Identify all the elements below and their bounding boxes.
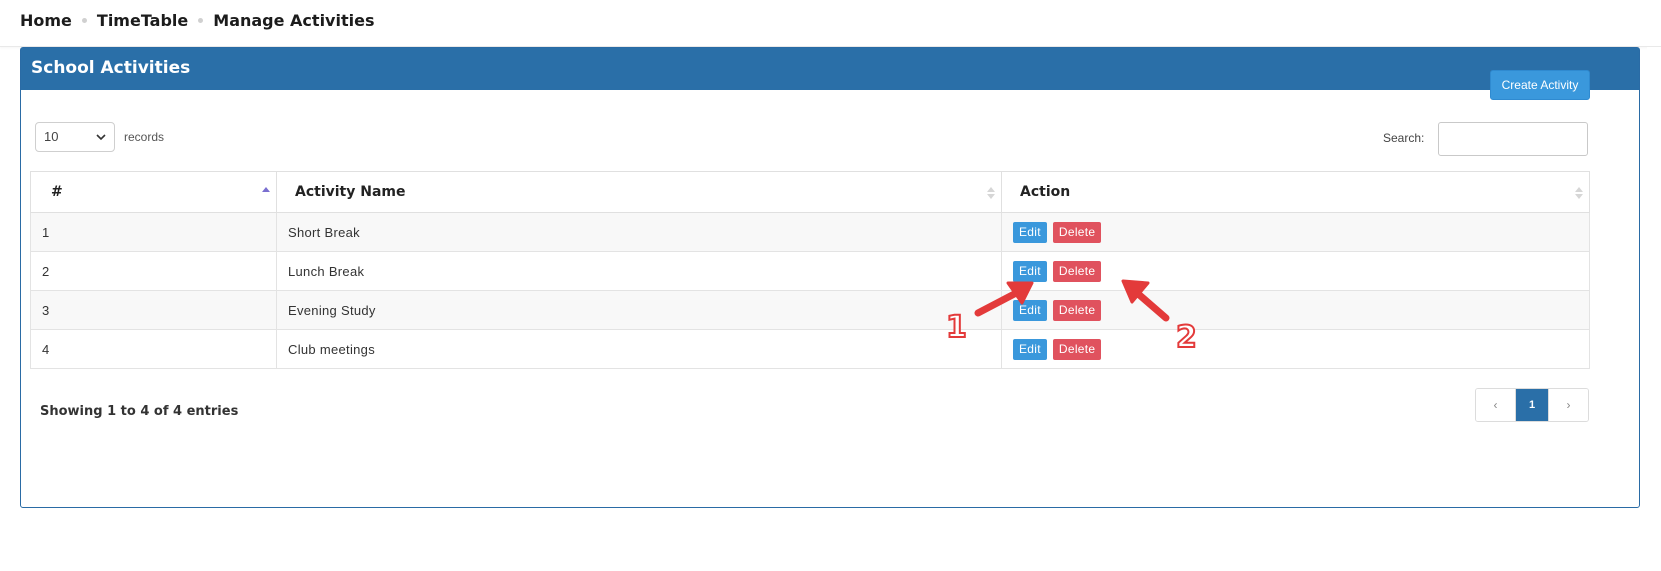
- activity-name: Short Break: [276, 212, 1002, 252]
- breadcrumb-separator: [81, 18, 87, 23]
- delete-button[interactable]: Delete: [1052, 338, 1102, 360]
- edit-button[interactable]: Edit: [1013, 338, 1047, 360]
- pagination: ‹ 1 ›: [1475, 388, 1589, 422]
- delete-button[interactable]: Delete: [1052, 299, 1102, 321]
- pagination-page-current[interactable]: 1: [1516, 389, 1548, 421]
- breadcrumb-home[interactable]: Home: [20, 11, 72, 30]
- annotation-label-2: 2: [1175, 319, 1198, 356]
- column-header-activity-name[interactable]: Activity Name: [276, 171, 1002, 213]
- panel-title: School Activities: [31, 58, 191, 78]
- row-number: 2: [30, 251, 277, 291]
- records-label: records: [124, 130, 165, 144]
- row-actions: Edit Delete: [1001, 329, 1590, 369]
- row-number: 3: [30, 290, 277, 330]
- annotation-label-1: 1: [945, 309, 968, 346]
- pagination-next[interactable]: ›: [1548, 389, 1588, 421]
- activity-name: Evening Study: [276, 290, 1002, 330]
- activity-name: Club meetings: [276, 329, 1002, 369]
- breadcrumb-separator: [198, 18, 204, 23]
- row-actions: Edit Delete: [1001, 290, 1590, 330]
- sort-both-icon: [987, 187, 995, 199]
- records-per-page-value: 10: [44, 129, 59, 144]
- table-row: 2 Lunch Break Edit Delete: [30, 251, 1590, 291]
- activities-table: # Activity Name Action 1 Short Break Edi…: [30, 171, 1590, 369]
- activity-name: Lunch Break: [276, 251, 1002, 291]
- breadcrumb-current: Manage Activities: [213, 11, 375, 30]
- delete-button[interactable]: Delete: [1052, 221, 1102, 243]
- chevron-down-icon: [96, 134, 106, 141]
- delete-button[interactable]: Delete: [1052, 260, 1102, 282]
- breadcrumb-timetable[interactable]: TimeTable: [97, 11, 188, 30]
- sort-ascending-icon: [262, 187, 270, 192]
- column-header-label: Action: [1020, 184, 1071, 200]
- row-number: 1: [30, 212, 277, 252]
- table-row: 1 Short Break Edit Delete: [30, 212, 1590, 252]
- pagination-previous[interactable]: ‹: [1476, 389, 1516, 421]
- column-header-action[interactable]: Action: [1001, 171, 1590, 213]
- edit-button[interactable]: Edit: [1013, 260, 1047, 282]
- search-input[interactable]: [1438, 122, 1588, 156]
- row-number: 4: [30, 329, 277, 369]
- row-actions: Edit Delete: [1001, 212, 1590, 252]
- page-scrollbar[interactable]: [1647, 47, 1661, 571]
- top-bar: Home TimeTable Manage Activities: [0, 0, 1661, 47]
- edit-button[interactable]: Edit: [1013, 221, 1047, 243]
- column-header-number[interactable]: #: [30, 171, 277, 213]
- column-header-label: Activity Name: [295, 184, 406, 200]
- breadcrumb: Home TimeTable Manage Activities: [20, 11, 374, 30]
- table-row: 4 Club meetings Edit Delete: [30, 329, 1590, 369]
- records-per-page-select[interactable]: 10: [35, 122, 115, 152]
- panel-heading: School Activities: [21, 48, 1639, 90]
- table-header-row: # Activity Name Action: [30, 171, 1590, 213]
- row-actions: Edit Delete: [1001, 251, 1590, 291]
- table-row: 3 Evening Study Edit Delete: [30, 290, 1590, 330]
- search-label: Search:: [1383, 131, 1425, 145]
- edit-button[interactable]: Edit: [1013, 299, 1047, 321]
- table-info: Showing 1 to 4 of 4 entries: [40, 404, 239, 419]
- create-activity-button[interactable]: Create Activity: [1490, 70, 1590, 100]
- column-header-label: #: [51, 184, 63, 200]
- sort-both-icon: [1575, 187, 1583, 199]
